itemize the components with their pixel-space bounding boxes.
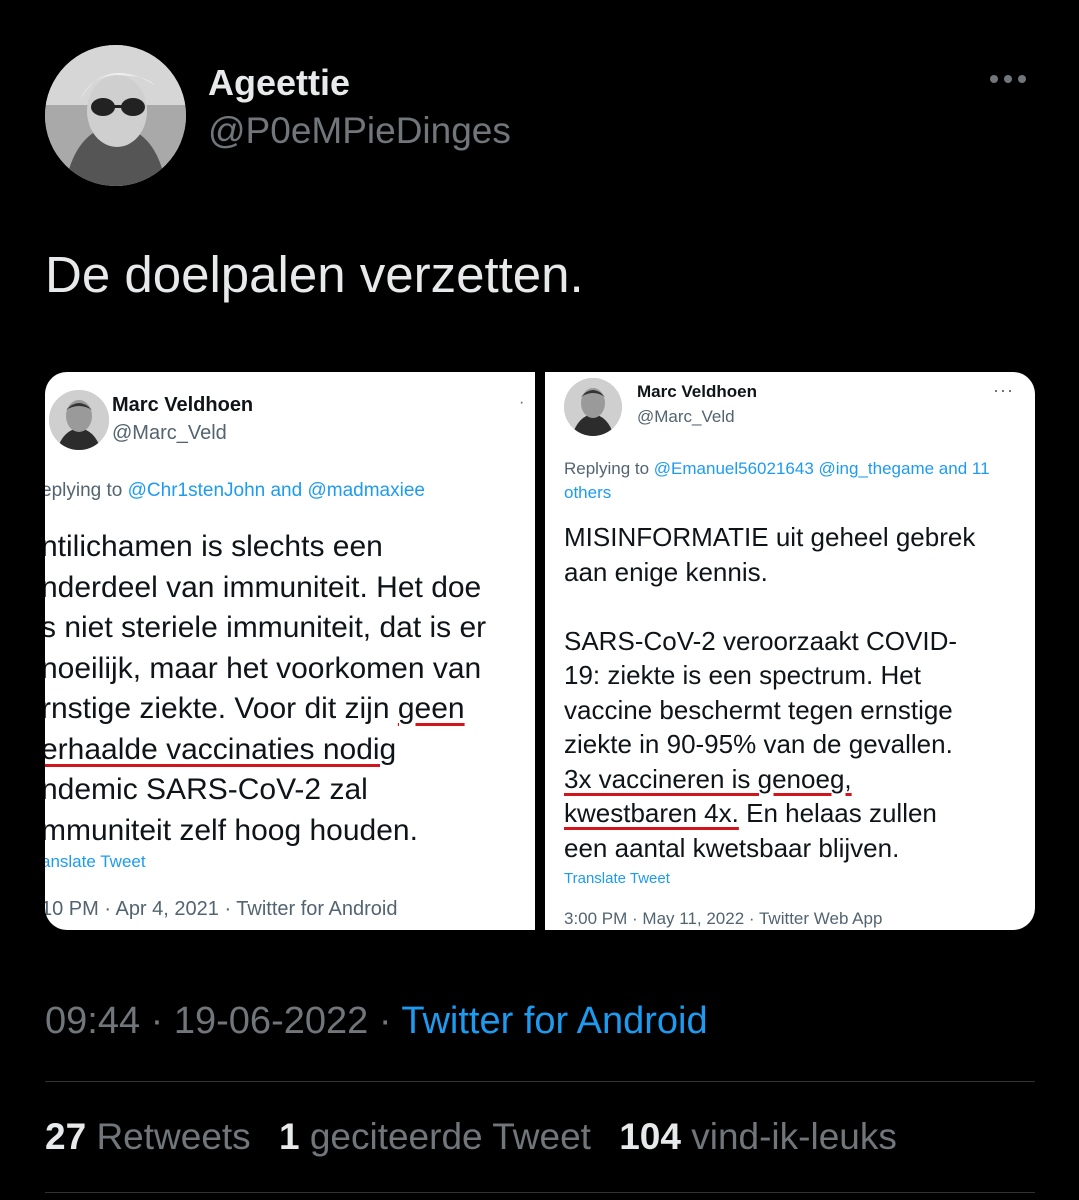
divider <box>45 1192 1035 1193</box>
media-image-right[interactable]: Marc Veldhoen @Marc_Veld ··· Replying to… <box>545 372 1035 930</box>
tweet-date[interactable]: 19-06-2022 <box>174 1000 368 1042</box>
replying-to-right: Replying to @Emanuel56021643 @ing_thegam… <box>564 459 990 502</box>
replying-to-left: eplying to @Chr1stenJohn and @madmaxiee <box>45 480 425 501</box>
tweet-source-link[interactable]: Twitter for Android <box>401 1000 707 1042</box>
translate-tweet-right: Translate Tweet <box>564 870 670 887</box>
translate-tweet-left: anslate Tweet <box>45 852 146 871</box>
retweets-stat[interactable]: 27 Retweets <box>45 1116 251 1157</box>
embedded-name-left: Marc Veldhoen <box>112 394 254 416</box>
separator: · <box>150 1000 164 1042</box>
profile-avatar[interactable] <box>45 45 186 186</box>
separator: · <box>378 1000 392 1042</box>
embedded-handle-left: @Marc_Veld <box>112 422 227 444</box>
embedded-body-left: ntilichamen is slechts een nderdeel van … <box>45 530 487 847</box>
embedded-meta-left: 10 PM · Apr 4, 2021 · Twitter for Androi… <box>45 898 398 920</box>
embedded-meta-right: 3:00 PM · May 11, 2022 · Twitter Web App <box>564 909 883 928</box>
media-image-left[interactable]: Marc Veldhoen @Marc_Veld · eplying to @C… <box>45 372 535 930</box>
tweet-time[interactable]: 09:44 <box>45 1000 140 1042</box>
embedded-body-right: MISINFORMATIE uit geheel gebrek aan enig… <box>564 522 976 863</box>
embedded-avatar-left <box>49 390 109 450</box>
tweet-timestamp: 09:44 · 19-06-2022 · Twitter for Android <box>45 1000 708 1043</box>
tweet-text: De doelpalen verzetten. <box>45 246 584 303</box>
tweet-stats: 27 Retweets 1 geciteerde Tweet 104 vind-… <box>45 1116 915 1158</box>
embedded-name-right: Marc Veldhoen <box>637 382 757 401</box>
display-name[interactable]: Ageettie <box>208 62 350 104</box>
more-options-icon[interactable] <box>985 66 1031 92</box>
embedded-avatar-right <box>564 378 622 436</box>
user-handle[interactable]: @P0eMPieDinges <box>208 110 511 152</box>
embedded-more-icon-right: ··· <box>993 380 1014 400</box>
embedded-handle-right: @Marc_Veld <box>637 407 735 426</box>
divider <box>45 1081 1035 1082</box>
embedded-more-icon-left: · <box>519 394 525 411</box>
likes-stat[interactable]: 104 vind-ik-leuks <box>619 1116 897 1157</box>
quote-tweets-stat[interactable]: 1 geciteerde Tweet <box>279 1116 591 1157</box>
